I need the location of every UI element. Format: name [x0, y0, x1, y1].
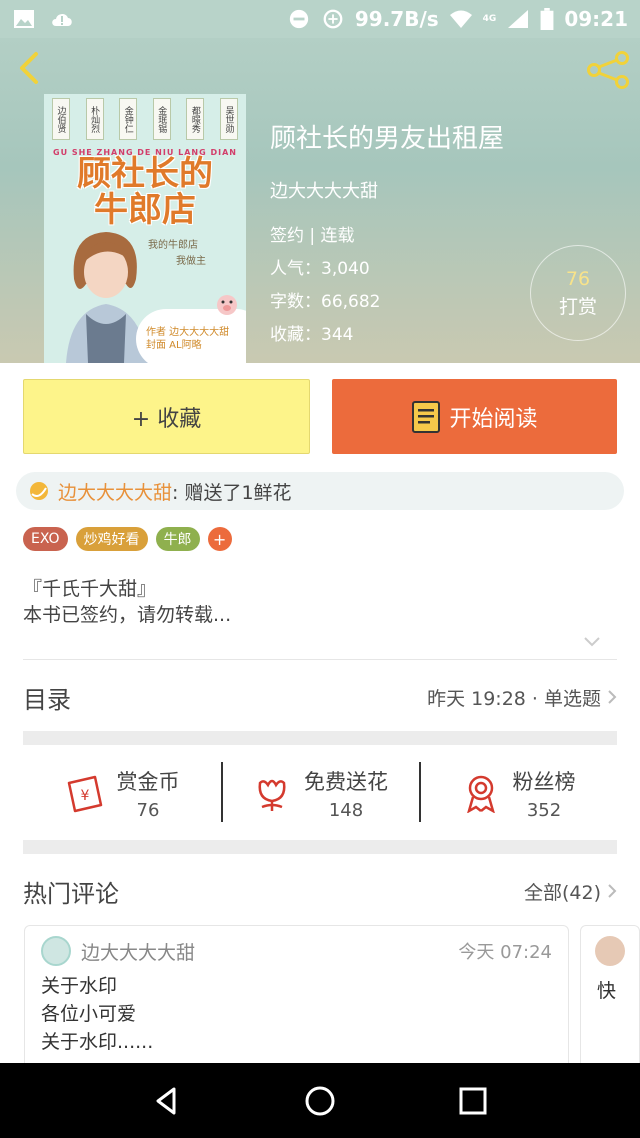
comment-line: 关于水印...... [41, 1031, 154, 1053]
svg-text:¥: ¥ [80, 788, 89, 804]
start-reading-label: 开始阅读 [449, 406, 538, 432]
tip-label: 打赏 [558, 296, 597, 318]
battery-icon [540, 8, 554, 30]
wifi-icon [449, 10, 472, 28]
data-saver-icon [323, 9, 343, 29]
chevron-right-icon [608, 690, 617, 704]
cover-credits: 作者 边大大大大甜 封面 AL阿略 [146, 326, 229, 352]
status-bar: 99.7B/s 4G 09:21 [0, 0, 640, 38]
comment-user[interactable]: 边大大大大甜 [81, 938, 195, 965]
stat-value: 148 [328, 799, 364, 821]
all-comments-label: 全部(42) [523, 881, 601, 904]
award-badge-icon [466, 775, 495, 813]
back-nav-icon[interactable] [150, 1084, 184, 1118]
signal-icon [508, 10, 529, 28]
tip-count: 76 [565, 268, 591, 290]
comment-card[interactable]: 边大大大大甜 今天 07:24 关于水印 各位小可爱 关于水印...... [24, 925, 569, 1075]
cover-vertical-tags: 边伯贤 朴灿烈 金钟仁 金珉锡 都暻秀 吴世勋 [52, 98, 238, 140]
stat-value: 76 [136, 799, 160, 821]
cover-subtitle: 我做主 [176, 256, 206, 267]
cloud-alert-icon [52, 13, 72, 26]
add-tag-button[interactable]: + [207, 527, 232, 551]
dnd-icon [289, 9, 309, 29]
divider [23, 659, 617, 660]
clock: 09:21 [564, 7, 628, 31]
toc-latest-chapter: 昨天 19:28 · 单选题 [427, 687, 601, 710]
tag-chip[interactable]: 牛郎 [155, 527, 200, 551]
cover-tag: 吴世勋 [219, 98, 238, 140]
table-of-contents-row[interactable]: 目录 昨天 19:28 · 单选题 [23, 675, 617, 719]
stat-value: 352 [526, 799, 562, 821]
chevron-right-icon [608, 884, 617, 898]
book-favorites: 收藏：344 [270, 325, 354, 345]
share-icon[interactable] [586, 50, 630, 90]
system-nav-bar [0, 1063, 640, 1138]
book-title: 顾社长的男友出租屋 [270, 124, 505, 154]
hot-comments-header: 热门评论 全部(42) [23, 869, 617, 913]
flower-icon [258, 779, 286, 811]
book-status: 签约 | 连载 [270, 226, 355, 246]
comment-line: 关于水印 [41, 975, 118, 997]
cover-tag: 金珉锡 [152, 98, 171, 140]
cover-author: 作者 边大大大大甜 [146, 327, 230, 338]
comment-card[interactable]: 快 [580, 925, 640, 1075]
cover-title: 顾社长的牛郎店 [77, 154, 213, 230]
hot-comments-title: 热门评论 [23, 879, 119, 908]
network-type: 4G [482, 14, 497, 24]
avatar[interactable] [595, 936, 625, 966]
comment-preview: 快 [597, 980, 617, 1002]
book-description: 『千氏千大甜』 本书已签约，请勿转载... [23, 576, 231, 628]
stat-label: 赏金币 [116, 769, 180, 794]
toc-latest: 昨天 19:28 · 单选题 [427, 684, 617, 711]
cover-tag: 金钟仁 [119, 98, 138, 140]
cover-designer: 封面 AL阿略 [146, 340, 202, 351]
tag-chip[interactable]: 炒鸡好看 [75, 527, 148, 551]
cover-tag: 都暻秀 [186, 98, 205, 140]
stat-fans[interactable]: 粉丝榜 352 [419, 758, 617, 828]
book-cover[interactable]: 边伯贤 朴灿烈 金钟仁 金珉锡 都暻秀 吴世勋 GU SHE ZHANG DE … [44, 94, 246, 363]
coin-envelope-icon: ¥ [67, 775, 102, 813]
image-icon [14, 10, 34, 28]
gift-notice: 边大大大大甜 : 赠送了1鲜花 [16, 472, 624, 510]
stat-label: 粉丝榜 [512, 769, 576, 794]
description-line: 『千氏千大甜』 [23, 578, 157, 600]
comment-time: 今天 07:24 [458, 942, 552, 963]
gift-sender[interactable]: 边大大大大甜 [58, 478, 172, 505]
stat-flowers[interactable]: 免费送花 148 [221, 758, 419, 828]
stat-label: 免费送花 [304, 769, 388, 794]
cover-tag: 边伯贤 [52, 98, 70, 140]
avatar[interactable] [41, 936, 71, 966]
book-popularity: 人气：3,040 [270, 259, 370, 279]
net-speed: 99.7B/s [354, 7, 439, 31]
cover-subtitle: 我的牛郎店 [148, 240, 198, 251]
book-tags: EXO 炒鸡好看 牛郎 + [23, 527, 232, 551]
cover-mascot [217, 295, 237, 315]
collect-button[interactable]: + 收藏 [23, 379, 310, 454]
home-nav-icon[interactable] [303, 1084, 337, 1118]
recents-nav-icon[interactable] [456, 1084, 490, 1118]
stat-coins[interactable]: ¥ 赏金币 76 [23, 758, 221, 828]
stats-row: ¥ 赏金币 76 免费送花 148 粉丝榜 352 [23, 758, 617, 828]
toc-label: 目录 [23, 685, 71, 714]
description-line: 本书已签约，请勿转载... [23, 604, 232, 626]
book-author[interactable]: 边大大大大甜 [270, 177, 504, 203]
section-separator [23, 840, 617, 854]
section-separator [23, 731, 617, 745]
chevron-down-icon[interactable] [583, 636, 601, 648]
comment-body: 关于水印 各位小可爱 关于水印...... [25, 972, 568, 1056]
book-header: 边伯贤 朴灿烈 金钟仁 金珉锡 都暻秀 吴世勋 GU SHE ZHANG DE … [0, 38, 640, 363]
gift-text: : 赠送了1鲜花 [172, 481, 292, 504]
start-reading-button[interactable]: 开始阅读 [332, 379, 617, 454]
comment-line: 各位小可爱 [41, 1003, 137, 1025]
book-word-count: 字数：66,682 [270, 292, 381, 312]
tag-chip[interactable]: EXO [23, 527, 68, 551]
back-arrow-icon[interactable] [12, 50, 48, 86]
all-comments-link[interactable]: 全部(42) [524, 878, 617, 905]
book-icon [412, 400, 441, 433]
flower-gift-icon [30, 482, 48, 500]
book-info: 顾社长的男友出租屋 边大大大大甜 签约 | 连载 人气：3,040 字数：66,… [270, 118, 504, 353]
tip-button[interactable]: 76 打赏 [530, 245, 626, 341]
cover-tag: 朴灿烈 [85, 98, 104, 140]
